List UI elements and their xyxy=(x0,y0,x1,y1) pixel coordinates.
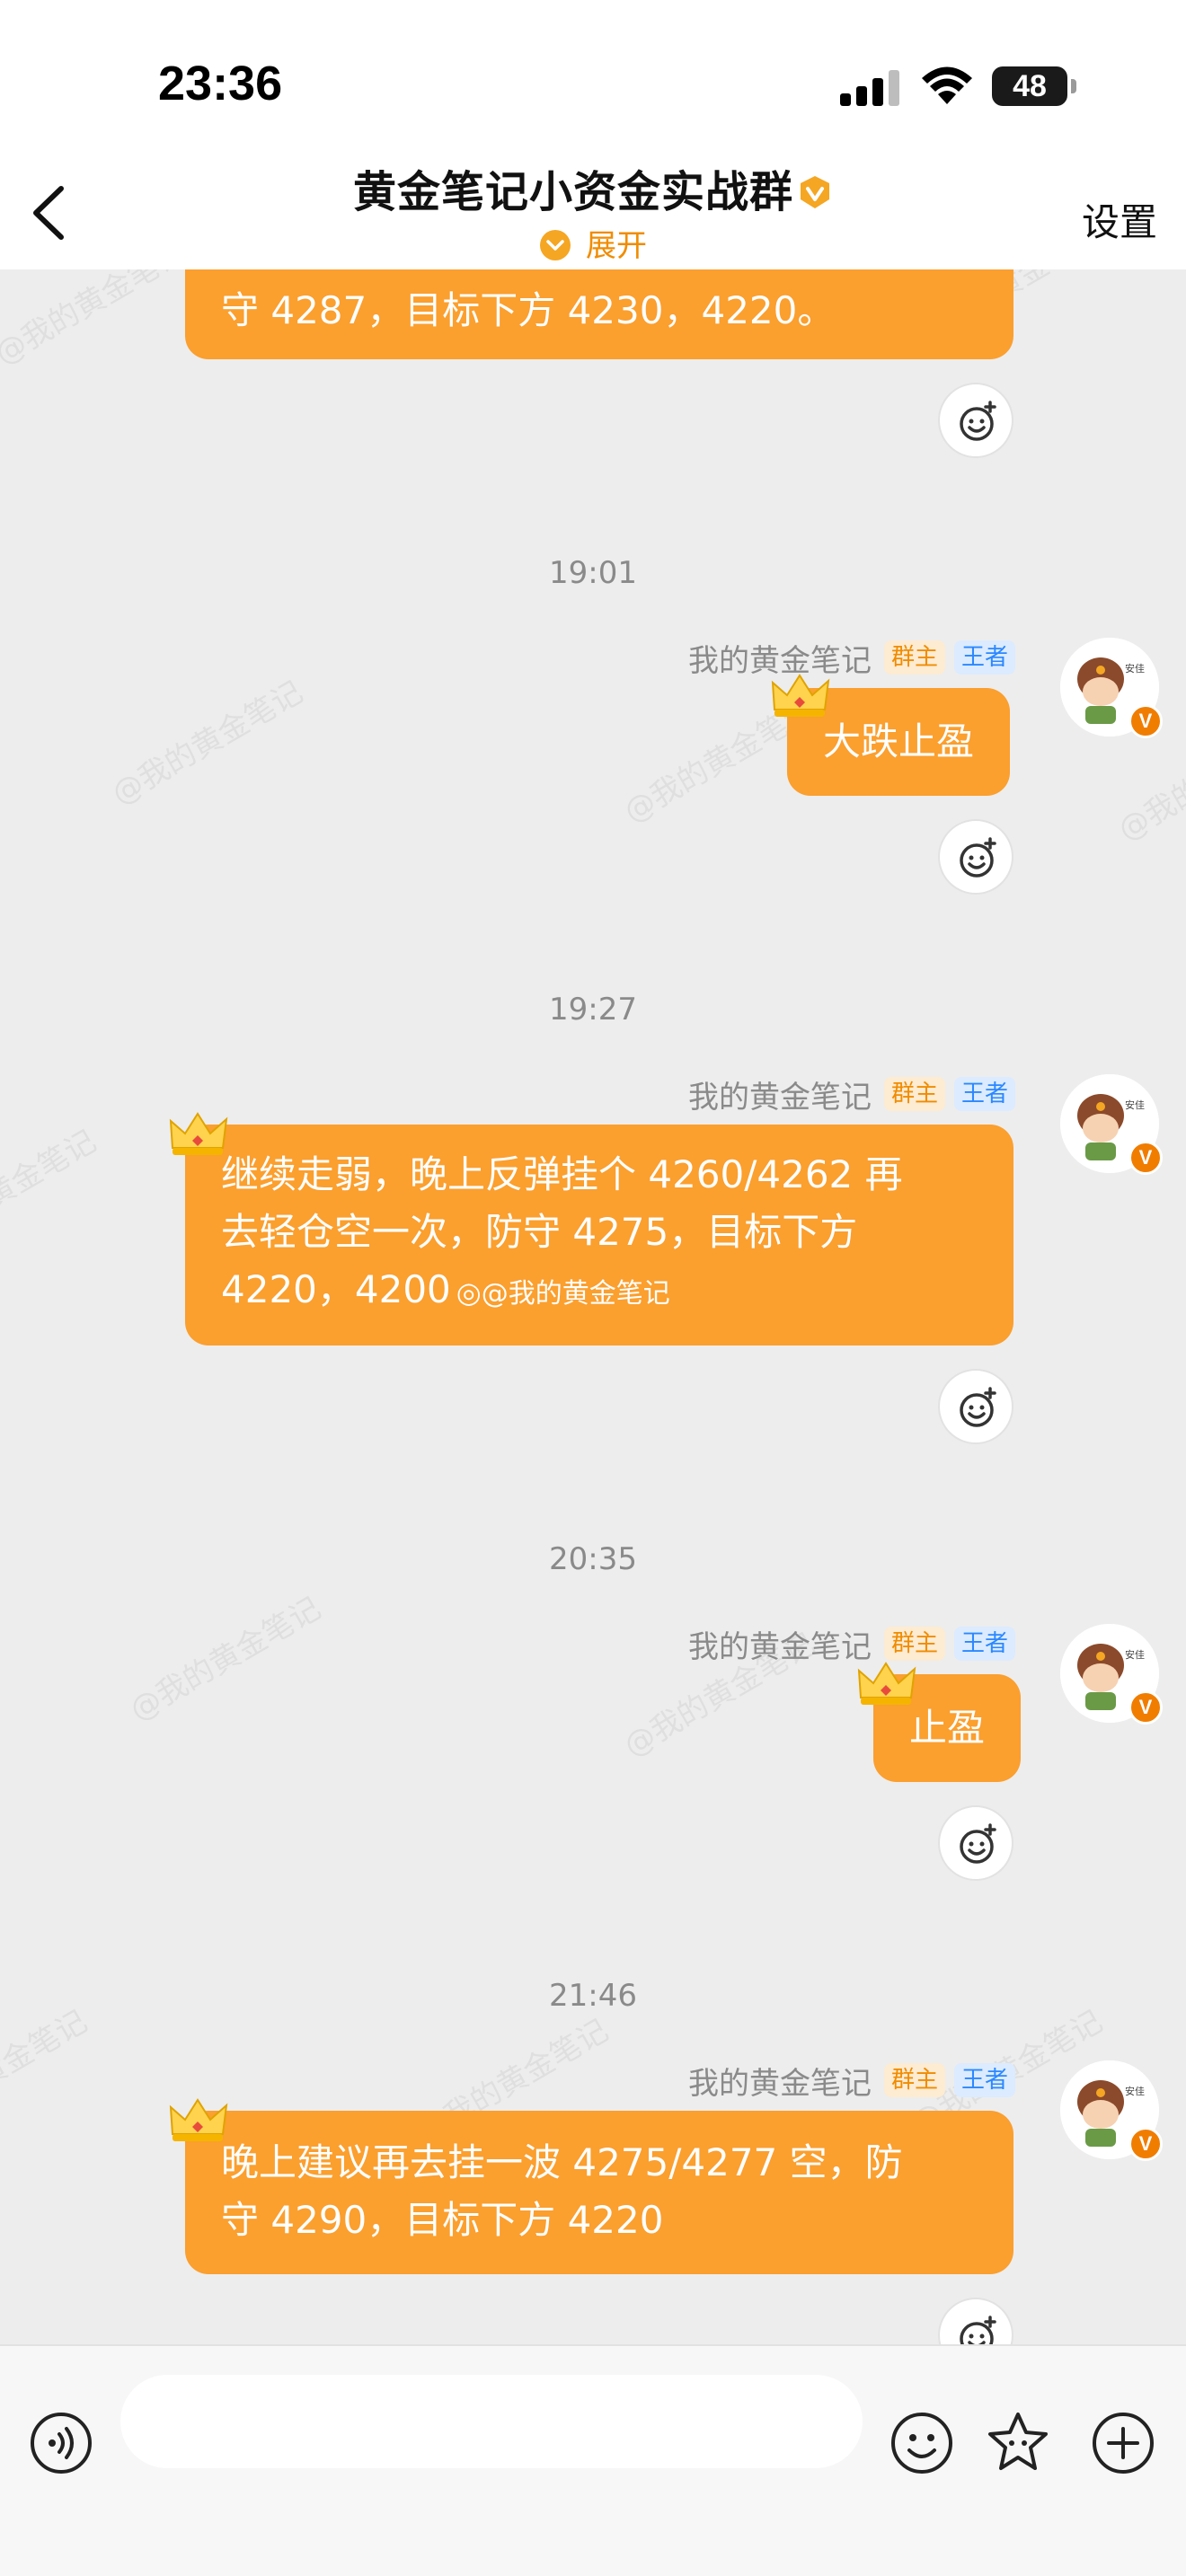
add-reaction-button[interactable] xyxy=(938,2298,1013,2344)
verified-v-icon: V xyxy=(1128,1141,1163,1175)
owner-tag: 群主 xyxy=(883,2063,945,2097)
battery-indicator: 48 xyxy=(992,66,1067,106)
add-reaction-button[interactable] xyxy=(938,383,1013,458)
message-timestamp: 19:01 xyxy=(549,555,637,591)
svg-text:安佳: 安佳 xyxy=(1125,662,1145,675)
owner-tag: 群主 xyxy=(883,640,945,675)
svg-text:安佳: 安佳 xyxy=(1125,2085,1145,2097)
emoji-add-icon xyxy=(960,1387,996,1427)
message-timestamp: 19:27 xyxy=(549,992,637,1028)
watermark: @我的黄金笔记 xyxy=(0,2003,93,2142)
settings-button[interactable]: 设置 xyxy=(1082,192,1157,247)
sender-info: 我的黄金笔记 群主 王者 xyxy=(687,2060,1015,2102)
status-time: 23:36 xyxy=(158,57,283,110)
message-text-line: 止盈 xyxy=(909,1706,986,1750)
message-text-line: 大跌止盈 xyxy=(823,719,975,763)
watermark: @我的黄金笔记 xyxy=(105,674,309,813)
voice-input-icon[interactable] xyxy=(29,2411,93,2475)
sender-name: 我的黄金笔记 xyxy=(687,1628,872,1665)
svg-text:安佳: 安佳 xyxy=(1125,1648,1145,1661)
owner-tag: 群主 xyxy=(883,1627,945,1661)
message-bubble[interactable]: 晚上建议再去挂一波 4275/4277 空，防 守 4290，目标下方 4220 xyxy=(185,2111,1013,2274)
king-tag: 王者 xyxy=(953,640,1015,675)
verified-v-icon: V xyxy=(1128,704,1163,738)
sender-name: 我的黄金笔记 xyxy=(687,1079,872,1116)
add-reaction-button[interactable] xyxy=(938,1369,1013,1444)
input-bar xyxy=(0,2344,1186,2576)
owner-tag: 群主 xyxy=(883,1077,945,1111)
message-text-line: 去轻仓空一次，防守 4275，目标下方 xyxy=(221,1210,858,1254)
message-text-line: 守 4290，目标下方 4220 xyxy=(221,2198,664,2242)
more-options-plus-icon[interactable] xyxy=(1091,2411,1155,2475)
sender-info: 我的黄金笔记 群主 王者 xyxy=(688,638,1015,679)
sender-name: 我的黄金笔记 xyxy=(687,2065,872,2102)
crown-icon xyxy=(169,2098,228,2141)
svg-text:安佳: 安佳 xyxy=(1125,1098,1145,1111)
message-text-line-wrapper: 4220，4200 ◎@我的黄金笔记 xyxy=(221,1261,978,1323)
inline-watermark: ◎@我的黄金笔记 xyxy=(456,1275,670,1310)
emoji-add-icon xyxy=(960,837,996,878)
verified-v-icon: V xyxy=(1128,2127,1163,2161)
message-bubble[interactable]: 继续走弱，晚上反弹挂个 4260/4262 再 去轻仓空一次，防守 4275，目… xyxy=(185,1125,1013,1345)
watermark: @我的黄金笔记 xyxy=(0,1123,102,1262)
sender-avatar[interactable]: 安佳 V xyxy=(1060,1074,1163,1175)
message-text-line: 晚上建议再去挂一波 4275/4277 空，防 xyxy=(221,2140,903,2184)
expand-down-icon xyxy=(540,230,571,260)
king-tag: 王者 xyxy=(953,2063,1015,2097)
verified-v-icon: V xyxy=(1128,1690,1163,1725)
message-text-line: 守 4287，目标下方 4230，4220。 xyxy=(221,288,836,332)
emoji-add-icon xyxy=(960,401,996,441)
sender-avatar[interactable]: 安佳 V xyxy=(1060,1624,1163,1725)
expand-label: 展开 xyxy=(586,228,647,264)
message-text-line: 继续走弱，晚上反弹挂个 4260/4262 再 xyxy=(221,1152,903,1196)
message-bubble[interactable]: 守 4287，目标下方 4230，4220。 xyxy=(185,269,1013,359)
sender-info: 我的黄金笔记 群主 王者 xyxy=(687,1074,1015,1116)
watermark: @我的黄金笔记 xyxy=(123,1590,327,1729)
sender-info: 我的黄金笔记 群主 王者 xyxy=(687,1624,1015,1665)
inline-watermark-text: @我的黄金笔记 xyxy=(481,1278,670,1310)
sticker-icon[interactable] xyxy=(985,2409,1051,2475)
message-timestamp: 20:35 xyxy=(549,1541,637,1577)
cellular-signal-icon xyxy=(840,70,899,106)
watermark: @我的黄金笔记 xyxy=(0,269,192,373)
chat-message-list[interactable]: @我的黄金笔记 @我的黄金笔记 @我的黄金笔记 @我的黄金笔记 @我的黄金笔记 … xyxy=(0,269,1186,2344)
message-timestamp: 21:46 xyxy=(549,1978,637,2014)
add-reaction-button[interactable] xyxy=(938,819,1013,895)
battery-cap xyxy=(1071,79,1076,93)
message-text-line: 4220，4200 xyxy=(221,1267,451,1311)
emoji-add-icon xyxy=(960,2316,996,2344)
sender-avatar[interactable]: 安佳 V xyxy=(1060,2060,1163,2161)
king-tag: 王者 xyxy=(953,1627,1015,1661)
verified-badge-icon xyxy=(801,176,829,208)
status-bar: 23:36 48 xyxy=(0,0,1186,153)
crown-icon xyxy=(771,674,830,717)
crown-icon xyxy=(857,1662,916,1705)
king-tag: 王者 xyxy=(953,1077,1015,1111)
emoji-icon[interactable] xyxy=(890,2411,954,2475)
add-reaction-button[interactable] xyxy=(938,1805,1013,1881)
emoji-add-icon xyxy=(960,1823,996,1864)
chat-title-row[interactable]: 黄金笔记小资金实战群 xyxy=(0,156,1186,219)
chat-header: 黄金笔记小资金实战群 展开 设置 xyxy=(0,153,1186,269)
message-input[interactable] xyxy=(120,2375,863,2468)
chat-title: 黄金笔记小资金实战群 xyxy=(352,167,793,217)
expand-toggle[interactable]: 展开 xyxy=(0,221,1186,265)
crown-icon xyxy=(169,1112,228,1155)
sender-avatar[interactable]: 安佳 V xyxy=(1060,638,1163,738)
wifi-icon xyxy=(922,66,972,104)
